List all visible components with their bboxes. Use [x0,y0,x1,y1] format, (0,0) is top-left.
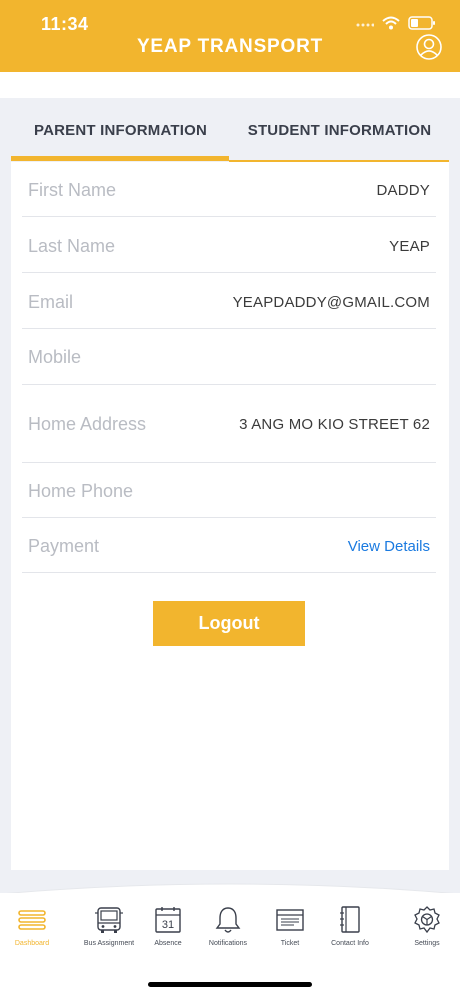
nav-label: Bus Assignment [83,940,135,947]
tab-parent-information[interactable]: PARENT INFORMATION [11,98,230,162]
nav-settings[interactable]: Settings [397,905,457,953]
field-home-address: Home Address 3 ANG MO KIO STREET 62 [22,385,436,463]
field-label: Home Phone [28,481,134,501]
field-label: First Name [28,180,117,200]
nav-dashboard[interactable]: Dashboard [2,905,62,953]
status-time: 11:34 [41,14,89,34]
field-value: YEAPDADDY@GMAIL.COM [232,294,430,311]
field-mobile: Mobile [22,329,436,385]
field-home-phone: Home Phone [22,463,436,518]
field-label: Payment [28,536,100,556]
tab-bar-top: PARENT INFORMATION STUDENT INFORMATION [11,98,449,162]
signal-icon [356,23,374,27]
field-label: Mobile [28,347,82,367]
nav-label: Absence [154,940,182,947]
app-header: 11:34 YEAP TRANSPORT [0,0,460,72]
nav-label: Notifications [208,940,248,947]
contact-book-icon [340,906,360,933]
menu-icon [18,910,46,930]
nav-label: Dashboard [14,940,50,947]
field-value: DADDY [376,182,430,199]
nav-label: Contact Info [331,940,369,947]
field-label: Email [28,292,74,312]
active-tab-indicator [11,156,229,161]
calendar-icon: 31 [155,907,181,933]
profile-icon[interactable] [416,34,442,60]
nav-bus-assignment[interactable]: Bus Assignment [79,905,139,953]
field-label: Last Name [28,236,116,256]
logout-button[interactable]: Logout [153,601,305,646]
wifi-icon [382,16,400,30]
nav-notifications[interactable]: Notifications [198,905,258,953]
calendar-day: 31 [162,919,174,931]
field-value: 3 ANG MO KIO STREET 62 [239,416,430,433]
bell-icon [215,907,241,933]
field-label: Home Address [28,414,147,434]
bus-icon [95,907,123,933]
field-first-name: First Name DADDY [22,162,436,217]
gear-icon [414,906,440,934]
field-payment: Payment View Details [22,518,436,573]
nav-absence[interactable]: 31 Absence [138,905,198,953]
nav-label: Settings [414,940,440,947]
home-indicator[interactable] [148,982,312,987]
nav-contact-info[interactable]: Contact Info [320,905,380,953]
app-title: YEAP TRANSPORT [136,36,324,57]
nav-ticket[interactable]: Ticket [260,905,320,953]
field-value: YEAP [389,238,430,255]
tab-student-information[interactable]: STUDENT INFORMATION [230,98,449,162]
field-last-name: Last Name YEAP [22,217,436,273]
nav-label: Ticket [280,940,300,947]
view-details-link[interactable]: View Details [348,538,430,555]
status-icons [356,16,436,30]
ticket-icon [276,909,304,931]
field-email: Email YEAPDADDY@GMAIL.COM [22,273,436,329]
battery-icon [408,16,435,30]
